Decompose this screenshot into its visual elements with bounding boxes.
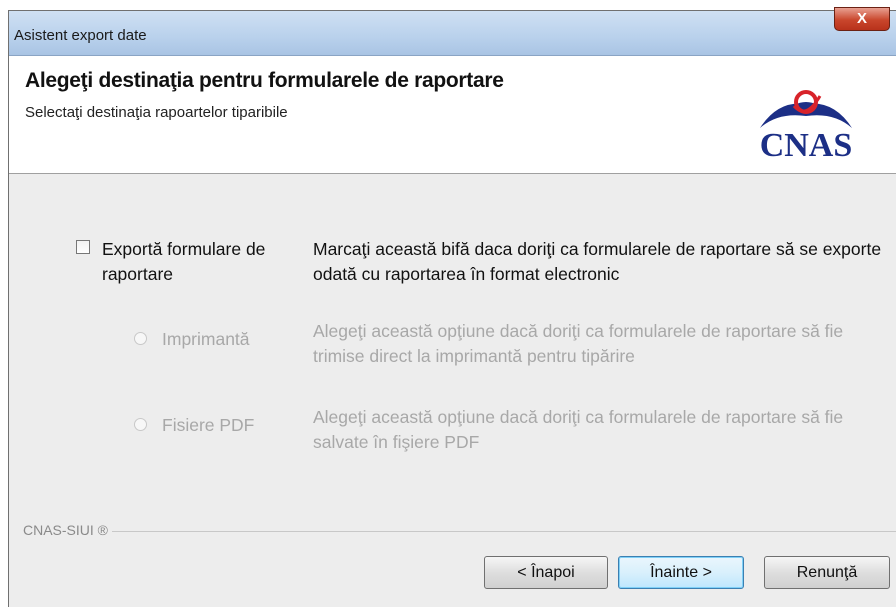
page-subtitle: Selectaţi destinaţia rapoartelor tiparib… [25,104,288,121]
cnas-emblem-icon [760,90,852,128]
footer-divider [23,531,896,532]
pdf-radio[interactable] [134,418,147,431]
pdf-description: Alegeţi această opţiune dacă doriţi ca f… [313,407,844,452]
cnas-logo: CNAS [760,90,853,160]
printer-description: Alegeţi această opţiune dacă doriţi ca f… [313,321,844,366]
export-forms-checkbox[interactable] [76,240,90,254]
printer-radio[interactable] [134,332,147,345]
export-forms-description: Marcaţi această bifă daca doriţi ca form… [313,239,882,284]
next-button[interactable]: Înainte > [618,556,744,589]
export-forms-label[interactable]: Exportă formulare de raportare [102,237,292,287]
printer-label[interactable]: Imprimantă [162,327,250,352]
logo-text: CNAS [760,127,853,160]
pdf-label[interactable]: Fisiere PDF [162,413,254,438]
title-bar[interactable]: Asistent export date X [9,7,896,56]
wizard-header: Alegeţi destinaţia pentru formularele de… [9,56,896,174]
close-button[interactable]: X [834,7,890,31]
page-title: Alegeţi destinaţia pentru formularele de… [25,69,504,92]
window-title: Asistent export date [14,27,147,44]
footer-brand: CNAS-SIUI ® [23,522,112,538]
cancel-button[interactable]: Renunţă [764,556,890,589]
export-wizard-window: Asistent export date X Alegeţi destinaţi… [8,7,896,607]
back-button[interactable]: < Înapoi [484,556,608,589]
